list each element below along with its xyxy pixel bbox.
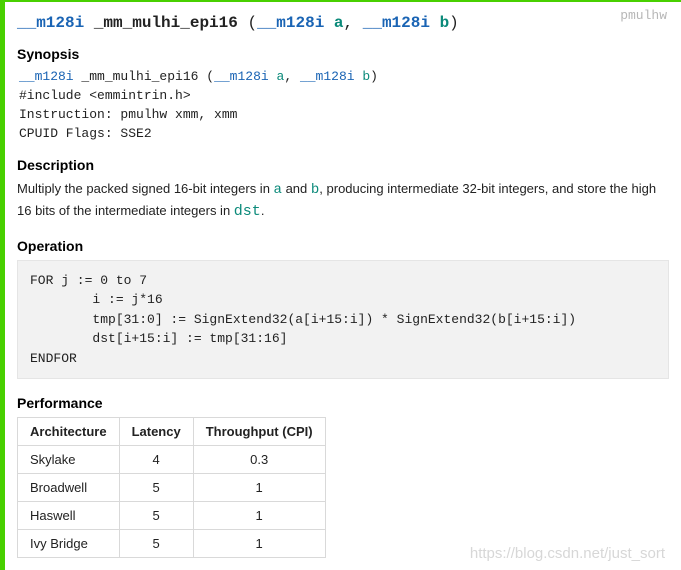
desc-var-a: a (274, 182, 282, 198)
arch-cell: Ivy Bridge (18, 530, 120, 558)
syn-paren-close: ) (370, 69, 378, 84)
param-a-name: a (334, 14, 344, 32)
table-row: Haswell 5 1 (18, 502, 326, 530)
watermark-text: https://blog.csdn.net/just_sort (470, 545, 665, 562)
col-throughput: Throughput (CPI) (193, 418, 325, 446)
arch-cell: Haswell (18, 502, 120, 530)
performance-table: Architecture Latency Throughput (CPI) Sk… (17, 417, 326, 558)
arch-cell: Skylake (18, 446, 120, 474)
function-name: _mm_mulhi_epi16 (94, 14, 238, 32)
desc-part1: Multiply the packed signed 16-bit intege… (17, 181, 274, 196)
intrinsic-doc-card: pmulhw __m128i _mm_mulhi_epi16 (__m128i … (0, 0, 681, 570)
comma: , (344, 14, 354, 32)
throughput-cell: 1 (193, 530, 325, 558)
performance-heading: Performance (17, 395, 669, 411)
latency-cell: 5 (119, 530, 193, 558)
param-a-type: __m128i (257, 14, 324, 32)
table-header-row: Architecture Latency Throughput (CPI) (18, 418, 326, 446)
latency-cell: 5 (119, 502, 193, 530)
synopsis-instruction: Instruction: pmulhw xmm, xmm (19, 106, 669, 125)
synopsis-heading: Synopsis (17, 46, 669, 62)
arch-cell: Broadwell (18, 474, 120, 502)
param-b-type: __m128i (363, 14, 430, 32)
synopsis-signature: __m128i _mm_mulhi_epi16 (__m128i a, __m1… (19, 68, 669, 87)
throughput-cell: 0.3 (193, 446, 325, 474)
desc-var-dst: dst (234, 203, 261, 220)
synopsis-block: __m128i _mm_mulhi_epi16 (__m128i a, __m1… (19, 68, 669, 143)
col-architecture: Architecture (18, 418, 120, 446)
table-row: Skylake 4 0.3 (18, 446, 326, 474)
throughput-cell: 1 (193, 474, 325, 502)
syn-func-name: _mm_mulhi_epi16 (81, 69, 198, 84)
description-text: Multiply the packed signed 16-bit intege… (17, 179, 669, 224)
paren-open: ( (247, 14, 257, 32)
return-type: __m128i (17, 14, 84, 32)
throughput-cell: 1 (193, 502, 325, 530)
synopsis-include: #include <emmintrin.h> (19, 87, 669, 106)
operation-code: FOR j := 0 to 7 i := j*16 tmp[31:0] := S… (17, 260, 669, 380)
table-row: Broadwell 5 1 (18, 474, 326, 502)
table-row: Ivy Bridge 5 1 (18, 530, 326, 558)
paren-close: ) (449, 14, 459, 32)
syn-comma: , (284, 69, 292, 84)
syn-pb-type: __m128i (300, 69, 355, 84)
instruction-badge: pmulhw (620, 8, 667, 23)
syn-ret-type: __m128i (19, 69, 74, 84)
syn-pa-type: __m128i (214, 69, 269, 84)
description-heading: Description (17, 157, 669, 173)
synopsis-cpuid: CPUID Flags: SSE2 (19, 125, 669, 144)
param-b-name: b (440, 14, 450, 32)
desc-part2: and (282, 181, 311, 196)
latency-cell: 5 (119, 474, 193, 502)
syn-paren-open: ( (206, 69, 214, 84)
col-latency: Latency (119, 418, 193, 446)
syn-pb-name: b (362, 69, 370, 84)
signature-line: __m128i _mm_mulhi_epi16 (__m128i a, __m1… (17, 14, 669, 32)
latency-cell: 4 (119, 446, 193, 474)
operation-heading: Operation (17, 238, 669, 254)
desc-part4: . (261, 203, 265, 218)
